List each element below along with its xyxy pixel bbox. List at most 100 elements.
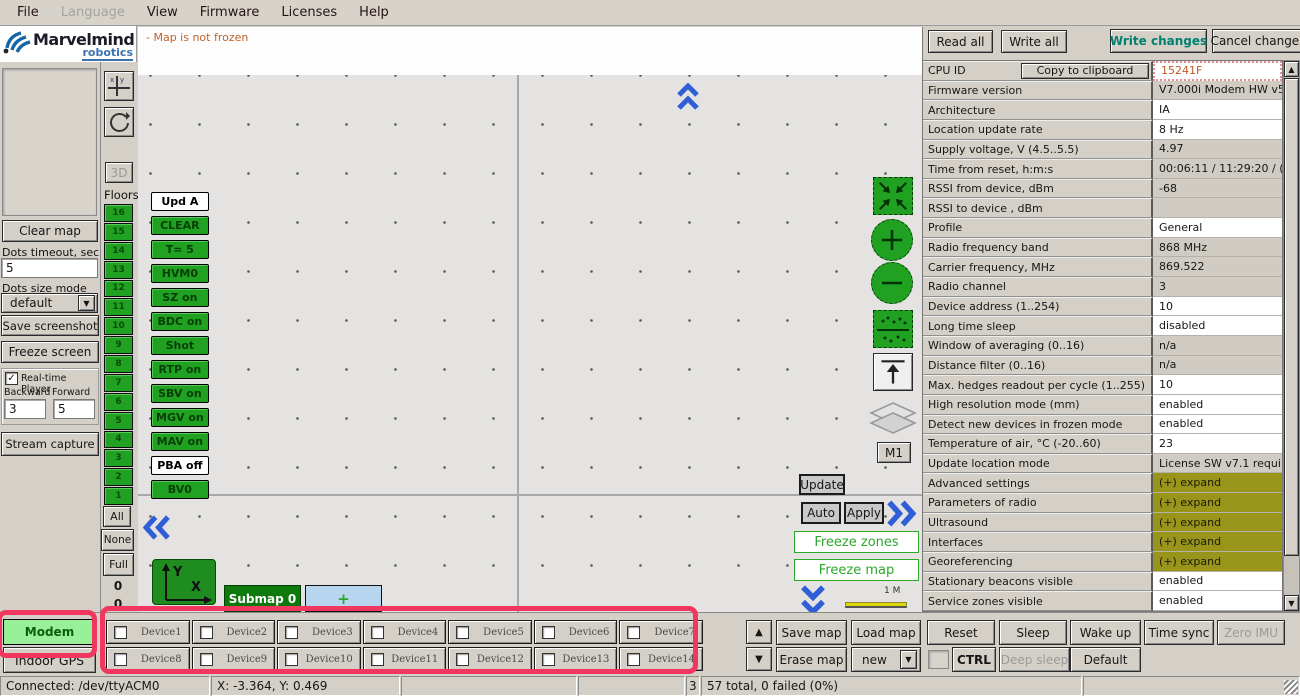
ctrl-button[interactable]: CTRL xyxy=(952,647,996,672)
scrollbar-thumb[interactable] xyxy=(1284,78,1299,556)
floor-button[interactable]: 13 xyxy=(104,261,133,279)
map-toggle-button[interactable]: RTP on xyxy=(151,360,209,379)
device-checkbox[interactable] xyxy=(542,653,555,666)
device-button[interactable]: Device1 xyxy=(106,620,190,644)
device-checkbox[interactable] xyxy=(542,626,555,639)
floor-button[interactable]: 11 xyxy=(104,298,133,316)
pan-up-icon[interactable] xyxy=(674,83,702,111)
device-button[interactable]: Device7 xyxy=(619,620,703,644)
setting-value[interactable]: 3 xyxy=(1153,277,1282,297)
setting-value[interactable]: enabled xyxy=(1153,572,1282,592)
floor-button[interactable]: 6 xyxy=(104,393,133,411)
view-3d-button[interactable]: 3D xyxy=(105,162,133,183)
cancel-changes-button[interactable]: Cancel changes xyxy=(1212,29,1300,53)
setting-value[interactable]: 23 xyxy=(1153,434,1282,454)
realtime-player-checkbox[interactable]: ✓ xyxy=(5,372,18,385)
menu-item[interactable]: Firmware xyxy=(189,1,271,24)
device-button[interactable]: Device2 xyxy=(192,620,276,644)
floor-button[interactable]: 16 xyxy=(104,204,133,222)
table-scrollbar[interactable]: ▲ ▼ xyxy=(1283,60,1300,612)
erase-map-button[interactable]: Erase map xyxy=(776,647,847,672)
floor-button[interactable]: 1 xyxy=(104,487,133,505)
backward-input[interactable]: 3 xyxy=(4,399,46,419)
device-button[interactable]: Device12 xyxy=(448,647,532,671)
device-checkbox[interactable] xyxy=(456,626,469,639)
scroll-up-icon[interactable]: ▲ xyxy=(1284,61,1299,77)
floor-button[interactable]: 7 xyxy=(104,374,133,392)
map-toggle-button[interactable]: BDC on xyxy=(151,312,209,331)
device-button[interactable]: Device13 xyxy=(534,647,618,671)
device-button[interactable]: Device5 xyxy=(448,620,532,644)
setting-value[interactable]: 00:06:11 / 11:29:20 / ( xyxy=(1153,159,1282,179)
tab-submap-0[interactable]: Submap 0 xyxy=(224,585,301,612)
setting-value[interactable]: 10 xyxy=(1153,297,1282,317)
dots-size-select[interactable]: default ▼ xyxy=(1,293,98,313)
device-button[interactable]: Device6 xyxy=(534,620,618,644)
map-toggle-button[interactable]: T= 5 xyxy=(151,240,209,259)
apply-button[interactable]: Apply xyxy=(844,502,884,524)
floor-button[interactable]: 8 xyxy=(104,355,133,373)
map-toggle-button[interactable]: Upd A xyxy=(151,192,209,211)
tab-add-submap[interactable]: + xyxy=(305,585,382,612)
m1-button[interactable]: M1 xyxy=(877,442,911,463)
map-toggle-button[interactable]: CLEAR xyxy=(151,216,209,235)
floor-button[interactable]: 9 xyxy=(104,336,133,354)
dropdown-arrow-icon[interactable]: ▼ xyxy=(78,295,95,311)
pan-left-icon[interactable] xyxy=(143,514,171,541)
stream-capture-button[interactable]: Stream capture xyxy=(1,432,99,456)
setting-value[interactable]: License SW v7.1 requi xyxy=(1153,454,1282,474)
map-toggle-button[interactable]: SZ on xyxy=(151,288,209,307)
scroll-down-icon[interactable]: ▼ xyxy=(1284,595,1299,611)
clear-map-button[interactable]: Clear map xyxy=(2,220,98,242)
ctrl-checkbox[interactable] xyxy=(928,650,949,669)
setting-value[interactable]: 10 xyxy=(1153,375,1282,395)
layers-icon[interactable] xyxy=(868,400,918,440)
device-page-up-button[interactable]: ▲ xyxy=(746,620,772,644)
write-all-button[interactable]: Write all xyxy=(1001,30,1067,53)
floor-button[interactable]: 4 xyxy=(104,431,133,449)
dots-timeout-input[interactable]: 5 xyxy=(1,258,98,278)
floor-button[interactable]: 3 xyxy=(104,449,133,467)
setting-value[interactable]: (+) expand xyxy=(1153,493,1282,513)
load-map-button[interactable]: Load map xyxy=(851,620,921,645)
setting-value[interactable]: General xyxy=(1153,218,1282,238)
map-toggle-button[interactable]: SBV on xyxy=(151,384,209,403)
tab-modem[interactable]: Modem xyxy=(3,619,96,645)
device-checkbox[interactable] xyxy=(371,626,384,639)
menu-item[interactable]: Licenses xyxy=(270,1,348,24)
freeze-map-button[interactable]: Freeze map xyxy=(794,559,919,581)
device-button[interactable]: Device3 xyxy=(277,620,361,644)
device-button[interactable]: Device8 xyxy=(106,647,190,671)
setting-value[interactable]: V7.000i Modem HW v5 xyxy=(1153,81,1282,101)
wake-up-button[interactable]: Wake up xyxy=(1070,620,1141,645)
dropdown-arrow-icon[interactable]: ▼ xyxy=(900,650,917,669)
default-button[interactable]: Default xyxy=(1070,647,1141,672)
freeze-zones-button[interactable]: Freeze zones xyxy=(794,531,919,553)
device-button[interactable]: Device10 xyxy=(277,647,361,671)
device-checkbox[interactable] xyxy=(200,626,213,639)
setting-value[interactable]: enabled xyxy=(1153,395,1282,415)
map-toggle-button[interactable]: BV0 xyxy=(151,480,209,499)
setting-value[interactable]: n/a xyxy=(1153,336,1282,356)
tab-indoor-gps[interactable]: Indoor GPS xyxy=(3,647,96,673)
pan-right-icon[interactable] xyxy=(886,500,916,527)
device-checkbox[interactable] xyxy=(627,626,640,639)
floors-all-button[interactable]: All xyxy=(103,506,131,527)
device-checkbox[interactable] xyxy=(285,626,298,639)
zoom-fit-button[interactable] xyxy=(873,177,913,215)
device-checkbox[interactable] xyxy=(627,653,640,666)
reset-button[interactable]: Reset xyxy=(927,620,995,645)
rotate-view-button[interactable] xyxy=(104,107,134,137)
axes-view-button[interactable]: xy xyxy=(104,71,134,101)
setting-value[interactable]: (+) expand xyxy=(1153,552,1282,572)
map-select[interactable]: new ▼ xyxy=(851,647,921,672)
read-all-button[interactable]: Read all xyxy=(928,30,993,53)
map-toggle-button[interactable]: Shot xyxy=(151,336,209,355)
map-toggle-button[interactable]: MGV on xyxy=(151,408,209,427)
floor-button[interactable]: 14 xyxy=(104,242,133,260)
menu-item[interactable]: View xyxy=(136,1,189,24)
sleep-button[interactable]: Sleep xyxy=(999,620,1067,645)
floors-none-button[interactable]: None xyxy=(101,529,134,551)
setting-value[interactable]: disabled xyxy=(1153,316,1282,336)
device-checkbox[interactable] xyxy=(371,653,384,666)
